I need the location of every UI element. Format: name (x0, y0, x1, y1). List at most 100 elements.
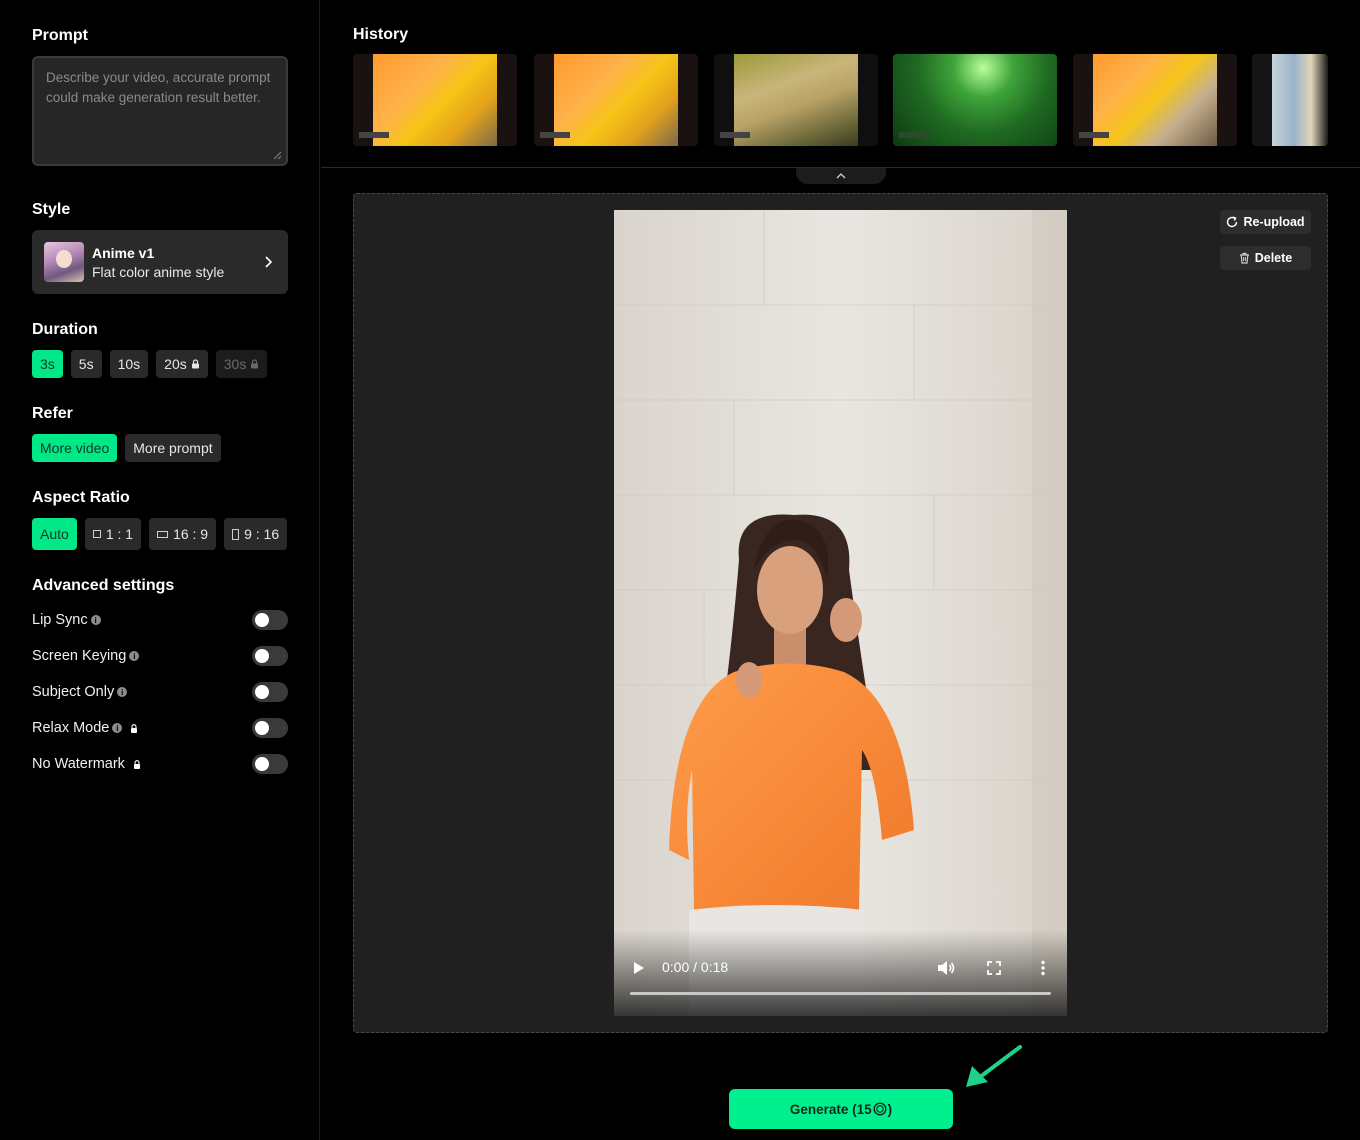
refer-title: Refer (32, 405, 73, 422)
history-meta (899, 132, 929, 138)
setting-label: No Watermark (32, 756, 125, 772)
sidebar: Prompt Describe your video, accurate pro… (0, 0, 320, 1140)
chip-label: 9 : 16 (244, 526, 280, 542)
chevron-up-icon (836, 173, 846, 179)
style-description: Flat color anime style (92, 263, 225, 280)
app: Prompt Describe your video, accurate pro… (0, 0, 1360, 1140)
fullscreen-icon[interactable] (987, 961, 1001, 975)
history-meta (540, 132, 570, 138)
history-thumbnail (734, 54, 858, 146)
landscape-ratio-icon (157, 530, 169, 538)
history-item[interactable] (353, 54, 517, 146)
duration-5s[interactable]: 5s (70, 350, 102, 378)
relax-mode-row: Relax Mode i (32, 718, 288, 738)
generate-label-close: ) (887, 1101, 893, 1117)
video-progress-bar[interactable] (630, 992, 1051, 995)
refer-more-video[interactable]: More video (32, 434, 118, 462)
history-strip (353, 54, 1328, 146)
lock-icon (191, 359, 199, 369)
setting-label: Screen Keying (32, 648, 127, 664)
history-thumbnail (1093, 54, 1217, 146)
delete-button[interactable]: Delete (1220, 246, 1311, 270)
info-icon[interactable]: i (112, 723, 123, 733)
video-time: 0:00 / 0:18 (662, 959, 729, 975)
collapse-history-button[interactable] (796, 168, 886, 184)
history-thumbnail (373, 54, 497, 146)
duration-30s[interactable]: 30s (215, 350, 268, 378)
history-item[interactable] (714, 54, 878, 146)
play-icon[interactable] (632, 960, 646, 976)
no-watermark-row: No Watermark (32, 754, 288, 774)
style-name: Anime v1 (92, 244, 155, 261)
prompt-title: Prompt (32, 27, 88, 44)
resize-handle-icon[interactable] (272, 150, 282, 160)
chip-label: More video (40, 440, 110, 456)
duration-20s[interactable]: 20s (156, 350, 208, 378)
history-item[interactable] (893, 54, 1057, 146)
history-thumbnail (1272, 54, 1328, 146)
chip-label: 16 : 9 (173, 526, 209, 542)
duration-3s[interactable]: 3s (32, 350, 63, 378)
chip-label: 20s (164, 356, 187, 372)
info-icon[interactable]: i (129, 651, 140, 661)
video-player[interactable] (614, 210, 1067, 1016)
history-meta (359, 132, 389, 138)
subject-only-row: Subject Only i (32, 682, 288, 702)
aspect-16-9[interactable]: 16 : 9 (149, 518, 217, 550)
relax-mode-toggle[interactable] (252, 718, 288, 738)
lock-icon (133, 759, 140, 769)
refer-more-prompt[interactable]: More prompt (125, 434, 221, 462)
setting-label: Lip Sync (32, 612, 88, 628)
video-frame (614, 210, 1067, 1016)
delete-label: Delete (1254, 251, 1293, 265)
generate-button[interactable]: Generate (15 ) (729, 1089, 953, 1129)
reupload-button[interactable]: Re-upload (1220, 210, 1311, 234)
info-icon[interactable]: i (117, 687, 128, 697)
lock-icon (131, 723, 138, 733)
chip-label: Auto (40, 526, 69, 542)
trash-icon (1239, 252, 1249, 264)
arrow-indicator-icon (966, 1045, 1022, 1087)
aspect-ratio-options: Auto 1 : 1 16 : 9 9 : 16 (32, 518, 288, 550)
style-title: Style (32, 201, 71, 218)
portrait-ratio-icon (232, 528, 240, 540)
aspect-1-1[interactable]: 1 : 1 (84, 518, 142, 550)
reupload-label: Re-upload (1243, 215, 1305, 229)
volume-icon[interactable] (937, 960, 955, 976)
generate-label: Generate (15 (789, 1101, 872, 1117)
prompt-input[interactable]: Describe your video, accurate prompt cou… (32, 56, 288, 166)
square-ratio-icon (92, 530, 101, 538)
chip-label: 30s (223, 356, 247, 372)
refresh-icon (1227, 216, 1238, 228)
history-item[interactable] (1073, 54, 1237, 146)
aspect-9-16[interactable]: 9 : 16 (224, 518, 288, 550)
duration-10s[interactable]: 10s (109, 350, 149, 378)
credit-coin-icon (873, 1102, 887, 1116)
info-icon[interactable]: i (90, 615, 101, 625)
history-meta (720, 132, 750, 138)
no-watermark-toggle[interactable] (252, 754, 288, 774)
chip-label: 3s (40, 356, 55, 372)
history-item[interactable] (1252, 54, 1328, 146)
aspect-auto[interactable]: Auto (32, 518, 77, 550)
chip-label: 10s (117, 356, 141, 372)
setting-label: Relax Mode (32, 720, 110, 736)
refer-options: More video More prompt (32, 434, 221, 462)
lip-sync-row: Lip Sync i (32, 610, 288, 630)
lip-sync-toggle[interactable] (252, 610, 288, 630)
style-thumbnail (44, 242, 84, 282)
history-meta (1079, 132, 1109, 138)
style-selector[interactable]: Anime v1 Flat color anime style (32, 230, 288, 294)
chevron-right-icon (265, 256, 273, 268)
subject-only-toggle[interactable] (252, 682, 288, 702)
advanced-settings-title: Advanced settings (32, 577, 175, 594)
more-options-icon[interactable] (1040, 960, 1046, 976)
chip-label: 5s (78, 356, 94, 372)
aspect-ratio-title: Aspect Ratio (32, 489, 130, 506)
lock-icon (251, 359, 259, 369)
screen-keying-toggle[interactable] (252, 646, 288, 666)
video-controls: 0:00 / 0:18 (614, 930, 1067, 1016)
history-thumbnail (554, 54, 678, 146)
history-item[interactable] (534, 54, 698, 146)
duration-options: 3s 5s 10s 20s 30s (32, 350, 268, 378)
